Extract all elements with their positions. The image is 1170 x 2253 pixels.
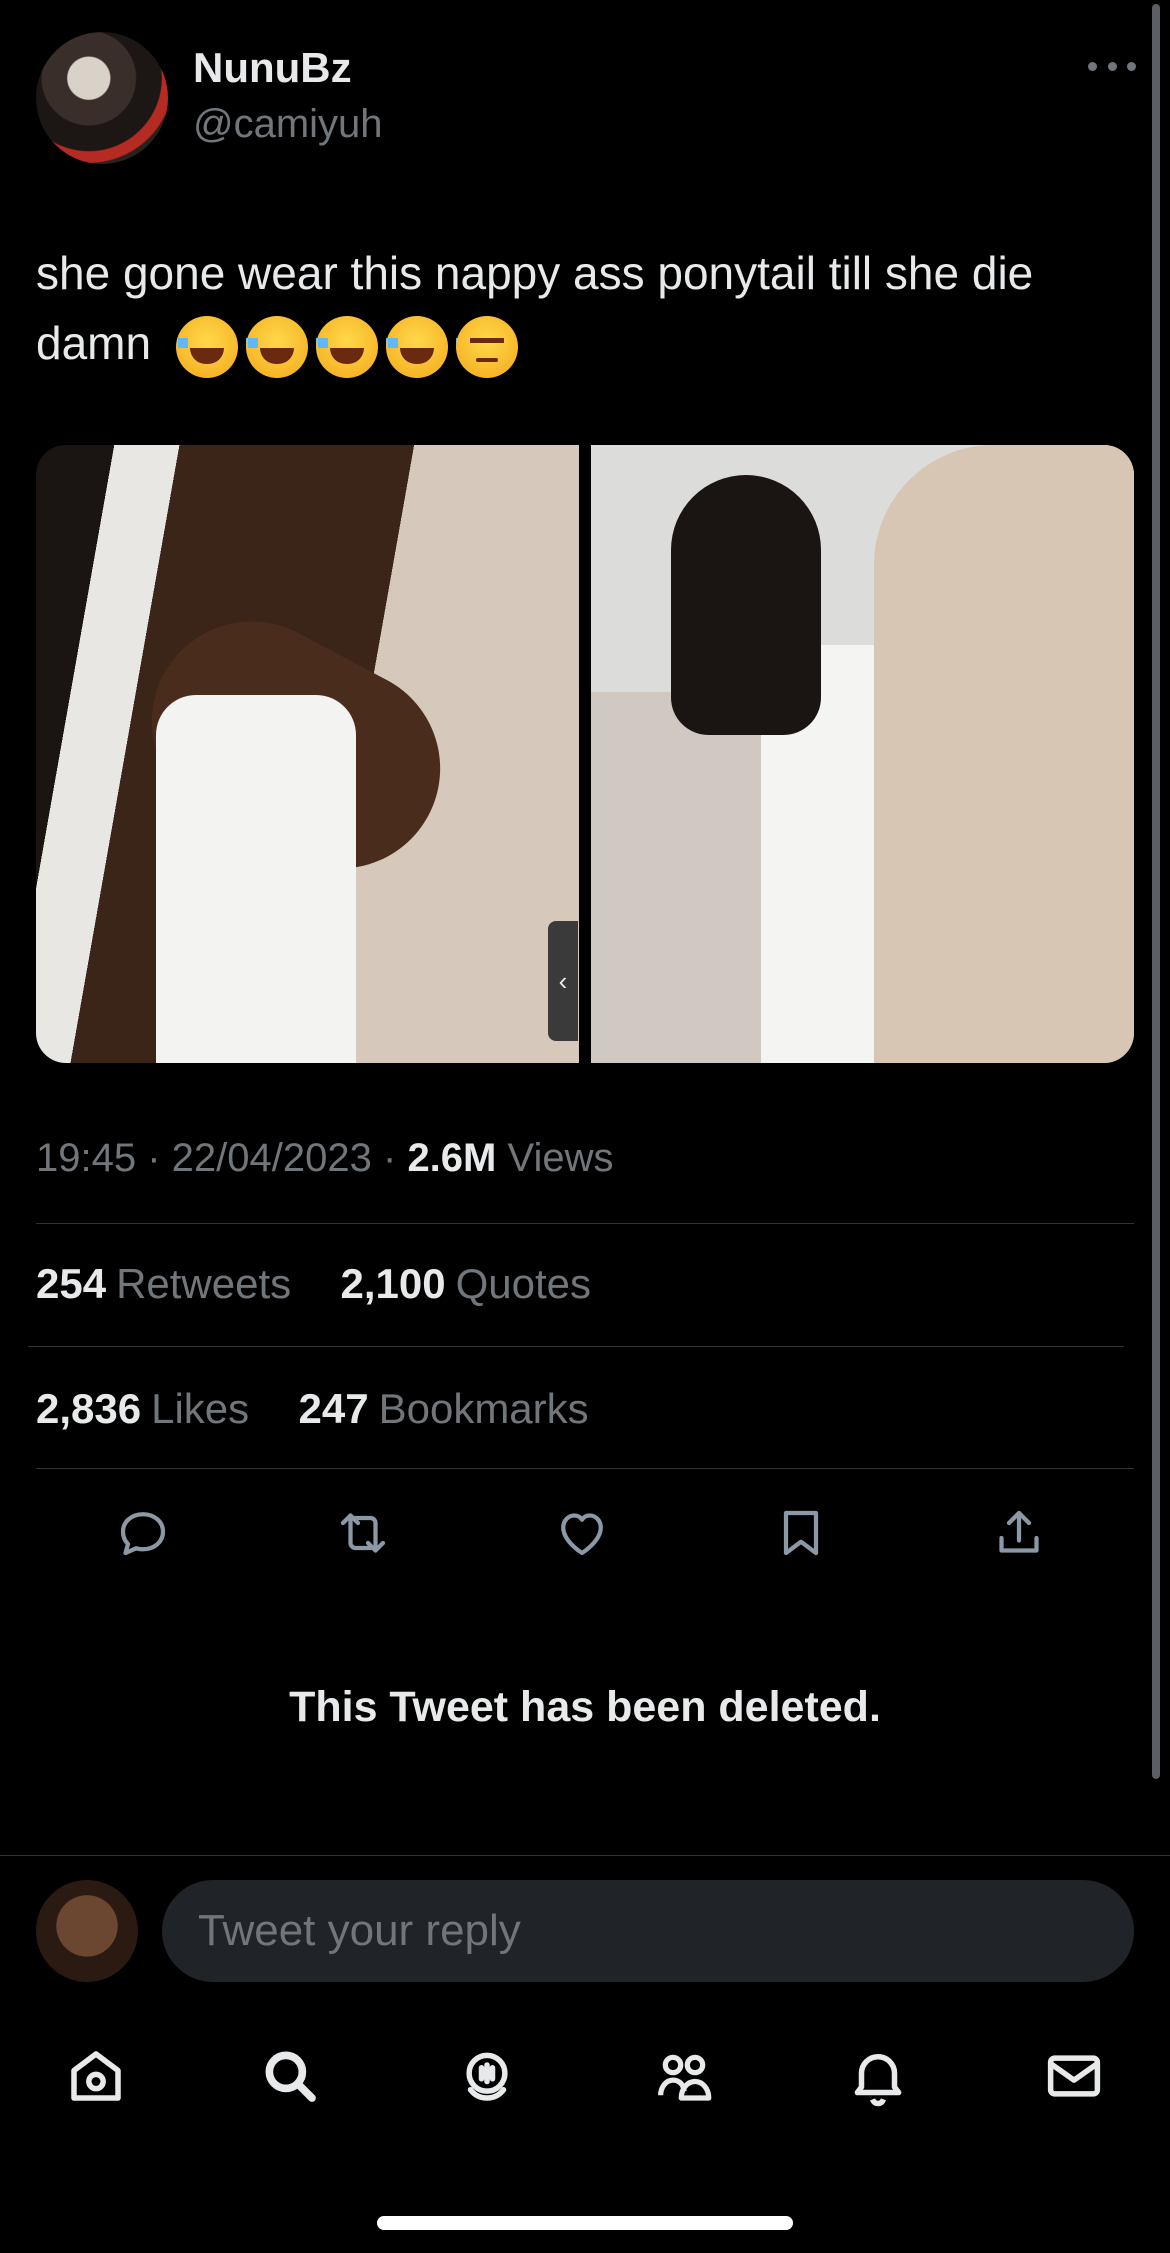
stats-row-1: 254 Retweets 2,100 Quotes [36,1260,591,1308]
tweet-date[interactable]: 22/04/2023 [172,1136,372,1180]
carousel-prev-handle[interactable]: ‹ [548,921,578,1041]
communities-icon[interactable] [648,2040,720,2112]
quotes-stat[interactable]: 2,100 Quotes [341,1260,592,1307]
retweets-stat[interactable]: 254 Retweets [36,1260,291,1307]
reply-icon[interactable] [110,1500,176,1566]
bookmark-icon[interactable] [768,1500,834,1566]
reply-input[interactable]: Tweet your reply [162,1880,1134,1982]
bottom-tab-bar [0,2040,1170,2120]
likes-stat[interactable]: 2,836 Likes [36,1385,249,1432]
author-handle[interactable]: @camiyuh [193,102,383,147]
emoji-row [175,315,518,378]
views-label: Views [507,1136,614,1180]
unamused-emoji-icon [455,315,518,378]
tears-of-joy-emoji-icon [385,315,466,378]
tears-of-joy-emoji-icon [245,315,326,378]
tweet-actions [0,1500,1170,1570]
more-options-icon[interactable] [1088,54,1136,78]
deleted-tweet-notice: This Tweet has been deleted. [289,1683,881,1731]
retweet-icon[interactable] [330,1500,396,1566]
home-icon[interactable] [60,2040,132,2112]
tweet-meta: 19:45 · 22/04/2023 · 2.6M Views [36,1136,614,1180]
tweet-media [36,445,1134,1063]
notifications-icon[interactable] [842,2040,914,2112]
tears-of-joy-emoji-icon [175,315,256,378]
tweet-photo-1[interactable] [36,445,579,1063]
tweet-photo-2[interactable] [591,445,1134,1063]
tweet-header: NunuBz @camiyuh [36,32,1136,164]
tweet-text: she gone wear this nappy ass ponytail ti… [36,238,1136,378]
views-count: 2.6M [407,1136,497,1180]
tweet-time[interactable]: 19:45 [36,1136,136,1180]
author-display-name[interactable]: NunuBz [193,44,352,92]
divider [36,1468,1134,1469]
search-icon[interactable] [254,2040,326,2112]
user-avatar[interactable] [36,1880,138,1982]
author-avatar[interactable] [36,32,168,164]
divider [28,1346,1124,1347]
bookmarks-stat[interactable]: 247 Bookmarks [299,1385,589,1432]
spaces-icon[interactable] [451,2040,523,2112]
stats-row-2: 2,836 Likes 247 Bookmarks [36,1385,589,1433]
share-icon[interactable] [986,1500,1052,1566]
tears-of-joy-emoji-icon [315,315,396,378]
divider [36,1223,1134,1224]
divider [0,1855,1170,1856]
like-icon[interactable] [549,1500,615,1566]
messages-icon[interactable] [1038,2040,1110,2112]
home-indicator[interactable] [377,2216,793,2230]
